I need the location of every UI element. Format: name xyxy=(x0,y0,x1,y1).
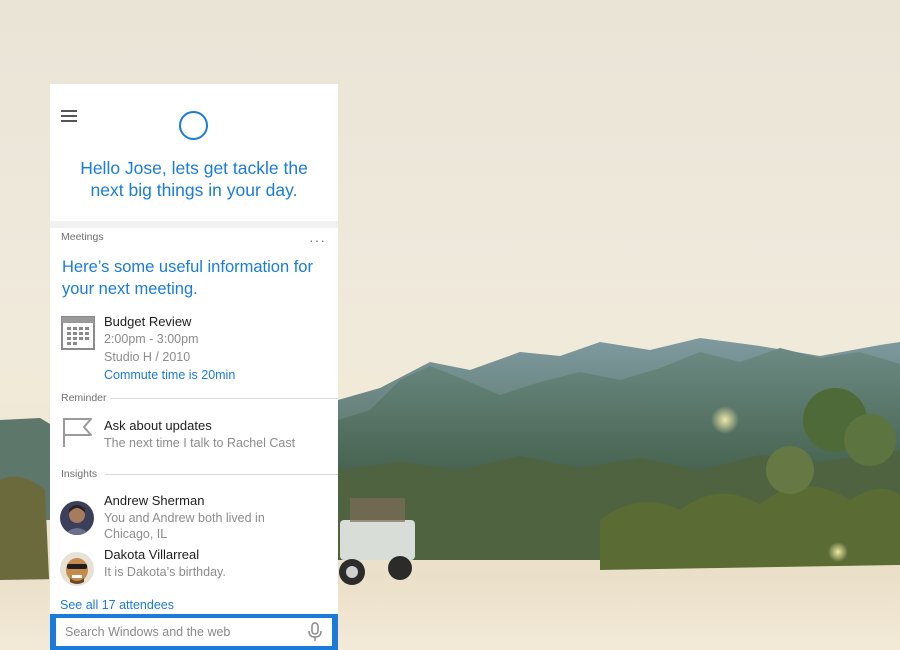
reminder-section-label: Reminder xyxy=(61,392,107,404)
reminder-title[interactable]: Ask about updates xyxy=(104,418,212,433)
insight-detail: It is Dakota’s birthday. xyxy=(104,565,226,579)
greeting-text: Hello Jose, lets get tackle the next big… xyxy=(80,158,308,200)
cortana-ring-icon xyxy=(179,111,208,140)
avatar-andrew-sherman[interactable] xyxy=(60,501,94,535)
more-options-button[interactable]: ··· xyxy=(309,232,326,248)
reminder-divider xyxy=(110,398,338,399)
meeting-location: Studio H / 2010 xyxy=(104,350,191,364)
cortana-panel: Hello Jose, lets get tackle the next big… xyxy=(50,84,338,650)
insight-name[interactable]: Dakota Villarreal xyxy=(104,547,199,562)
avatar-dakota-villarreal[interactable] xyxy=(60,552,94,586)
search-input[interactable] xyxy=(56,618,306,646)
reminder-detail: The next time I talk to Rachel Cast xyxy=(104,436,296,450)
commute-time-link[interactable]: Commute time is 20min xyxy=(104,368,235,382)
see-all-attendees-link[interactable]: See all 17 attendees xyxy=(60,598,174,612)
insight-name[interactable]: Andrew Sherman xyxy=(104,493,204,508)
header-divider xyxy=(50,221,338,228)
meeting-time: 2:00pm - 3:00pm xyxy=(104,332,199,346)
flag-icon xyxy=(63,418,92,447)
microphone-icon[interactable] xyxy=(306,622,324,642)
insights-section-label: Insights xyxy=(61,468,98,480)
insight-detail: Chicago, IL xyxy=(104,527,168,541)
calendar-icon xyxy=(61,316,95,350)
insights-divider xyxy=(105,474,338,475)
meeting-headline: Here’s some useful information for your … xyxy=(62,258,313,298)
jeep-shape xyxy=(339,498,415,585)
meetings-section-label: Meetings xyxy=(61,231,104,243)
search-box xyxy=(56,618,332,646)
hamburger-menu-icon[interactable] xyxy=(61,110,77,122)
insight-detail: You and Andrew both lived in xyxy=(104,511,265,525)
meeting-title[interactable]: Budget Review xyxy=(104,314,191,329)
search-box-frame xyxy=(50,614,338,650)
